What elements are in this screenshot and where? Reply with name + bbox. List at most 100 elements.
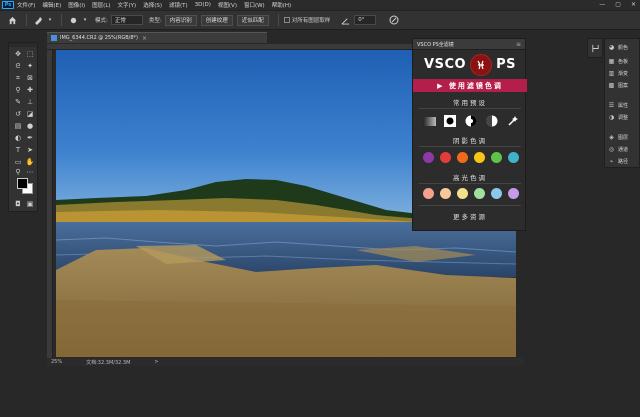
divider	[419, 205, 521, 206]
dodge-tool-icon[interactable]: ◐	[13, 133, 23, 143]
panel-channels[interactable]: ◎ 通道	[608, 145, 640, 154]
panel-layers[interactable]: ◈ 图层	[608, 133, 640, 142]
magic-wand-icon[interactable]	[506, 115, 519, 128]
tone-circle-icon[interactable]	[465, 115, 478, 128]
layers-icon: ◈	[609, 134, 614, 141]
create-texture-label: 创建纹理	[205, 18, 228, 24]
shadow-color-cyan[interactable]	[508, 152, 519, 163]
type-tool-icon[interactable]: T	[13, 145, 23, 155]
mode-value: 正常	[114, 18, 126, 24]
crop-tool-icon[interactable]: ⌗	[13, 73, 23, 83]
vsco-brand-left: VSCO	[424, 57, 467, 72]
blur-tool-icon[interactable]: ●	[25, 121, 35, 131]
menu-filter[interactable]: 滤镜(T)	[169, 1, 188, 9]
menu-help[interactable]: 帮助(H)	[272, 1, 291, 9]
menu-window[interactable]: 窗口(W)	[244, 1, 265, 9]
status-arrow[interactable]: >	[154, 359, 158, 365]
panel-adjustments[interactable]: ◑ 调整	[608, 113, 640, 122]
frame-tool-icon[interactable]: ⊠	[25, 73, 35, 83]
panel-patterns[interactable]: ▩ 图案	[608, 81, 640, 90]
document-tab[interactable]: IMG_6344.CR2 @ 25%(RGB/8*) ×	[47, 32, 267, 43]
content-aware-button[interactable]: 内容识别	[164, 14, 197, 26]
healing-brush-tool-icon[interactable]: ✚	[25, 85, 35, 95]
brush-tool-icon[interactable]: ✎	[13, 97, 23, 107]
angle-input[interactable]: 0°	[354, 15, 377, 25]
minimize-button[interactable]: —	[599, 1, 605, 8]
create-texture-button[interactable]: 创建纹理	[200, 14, 233, 26]
menu-image[interactable]: 图像(I)	[68, 1, 85, 9]
magic-wand-tool-icon[interactable]: ✦	[25, 61, 35, 71]
panel-menu-icon[interactable]: ≡	[516, 41, 521, 48]
move-tool-icon[interactable]: ✥	[13, 49, 23, 59]
vsco-panel-title: VSCO PS全滤镜	[417, 41, 454, 48]
sample-all-layers-checkbox[interactable]	[283, 17, 290, 23]
toolbox-header[interactable]	[9, 43, 37, 47]
gradient-preset-icon[interactable]	[423, 115, 436, 128]
mode-label: 模式:	[95, 18, 108, 24]
proximity-match-button[interactable]: 近似匹配	[236, 14, 269, 26]
path-selection-tool-icon[interactable]: ➤	[25, 145, 35, 155]
more-resources-link[interactable]: 更多资源	[413, 211, 527, 221]
zoom-tool-icon[interactable]: ⚲	[13, 167, 23, 177]
menu-file[interactable]: 文件(F)	[17, 1, 35, 9]
zoom-level[interactable]: 25%	[51, 359, 62, 365]
chevron-down-icon[interactable]: ▾	[82, 14, 88, 26]
highlight-color-lavender[interactable]	[508, 188, 519, 199]
highlight-color-light-green[interactable]	[474, 188, 485, 199]
shape-tool-icon[interactable]: ▭	[13, 157, 23, 167]
menu-bar: Ps 文件(F) 编辑(E) 图像(I) 图层(L) 文字(Y) 选择(S) 滤…	[0, 0, 640, 10]
quick-mask-icon[interactable]: ◘	[13, 199, 23, 209]
vertical-ruler[interactable]	[47, 50, 53, 358]
panel-color[interactable]: ◕ 颜色	[608, 43, 640, 52]
pen-tool-icon[interactable]: ✒	[25, 133, 35, 143]
highlight-color-peach[interactable]	[440, 188, 451, 199]
highlight-tones-title: 高光色调	[453, 174, 487, 182]
panel-label: 通道	[618, 147, 629, 153]
clone-stamp-tool-icon[interactable]: ⊥	[25, 97, 35, 107]
panel-properties[interactable]: ☰ 属性	[608, 101, 640, 110]
pressure-icon[interactable]	[388, 14, 400, 26]
chevron-down-icon[interactable]: ▾	[47, 14, 53, 26]
home-icon[interactable]	[6, 14, 18, 26]
menu-edit[interactable]: 编辑(E)	[42, 1, 61, 9]
history-brush-tool-icon[interactable]: ↺	[13, 109, 23, 119]
panel-label: 调整	[618, 115, 629, 121]
eyedropper-tool-icon[interactable]: ⚲	[13, 85, 23, 95]
spot-healing-brush-icon[interactable]	[32, 14, 44, 26]
shadow-color-green[interactable]	[491, 152, 502, 163]
gradient-tool-icon[interactable]: ▤	[13, 121, 23, 131]
panel-gradients[interactable]: ▥ 渐变	[608, 69, 640, 78]
menu-type[interactable]: 文字(Y)	[118, 1, 137, 9]
close-tab-button[interactable]: ×	[142, 35, 147, 42]
shadow-color-red[interactable]	[440, 152, 451, 163]
menu-layer[interactable]: 图层(L)	[92, 1, 110, 9]
shadow-color-orange[interactable]	[457, 152, 468, 163]
highlight-color-light-yellow[interactable]	[457, 188, 468, 199]
lasso-tool-icon[interactable]: ᘓ	[13, 61, 23, 71]
mode-select[interactable]: 正常	[110, 15, 143, 25]
options-bar: ▾ ▾ 模式: 正常 类型: 内容识别 创建纹理 近似匹配 对所有图层取样 0°	[0, 10, 640, 30]
highlight-color-salmon[interactable]	[423, 188, 434, 199]
panel-swatches[interactable]: ▦ 色板	[608, 57, 640, 66]
brush-size-icon[interactable]	[67, 14, 79, 26]
vsco-panel-tab[interactable]: VSCO PS全滤镜 ≡	[413, 39, 525, 50]
shadow-color-yellow[interactable]	[474, 152, 485, 163]
more-tools-icon[interactable]: ⋯	[25, 167, 35, 177]
hand-tool-icon[interactable]: ✋	[25, 157, 35, 167]
close-window-button[interactable]: ✕	[631, 1, 636, 8]
menu-view[interactable]: 视图(V)	[218, 1, 237, 9]
use-filter-button[interactable]: ▶ 使用滤镜色调	[413, 79, 527, 92]
screen-mode-icon[interactable]: ▣	[25, 199, 35, 209]
split-circle-icon[interactable]	[485, 115, 498, 128]
foreground-color-swatch[interactable]	[17, 178, 28, 189]
eraser-tool-icon[interactable]: ◪	[25, 109, 35, 119]
menu-3d[interactable]: 3D(D)	[195, 2, 211, 8]
highlight-color-light-blue[interactable]	[491, 188, 502, 199]
history-panel-button[interactable]	[587, 38, 603, 58]
marquee-tool-icon[interactable]: ⬚	[25, 49, 35, 59]
maximize-button[interactable]: ▢	[615, 1, 621, 8]
panel-paths[interactable]: ⌁ 路径	[608, 157, 640, 166]
shadow-color-purple[interactable]	[423, 152, 434, 163]
contrast-square-icon[interactable]	[444, 115, 457, 128]
menu-select[interactable]: 选择(S)	[143, 1, 162, 9]
